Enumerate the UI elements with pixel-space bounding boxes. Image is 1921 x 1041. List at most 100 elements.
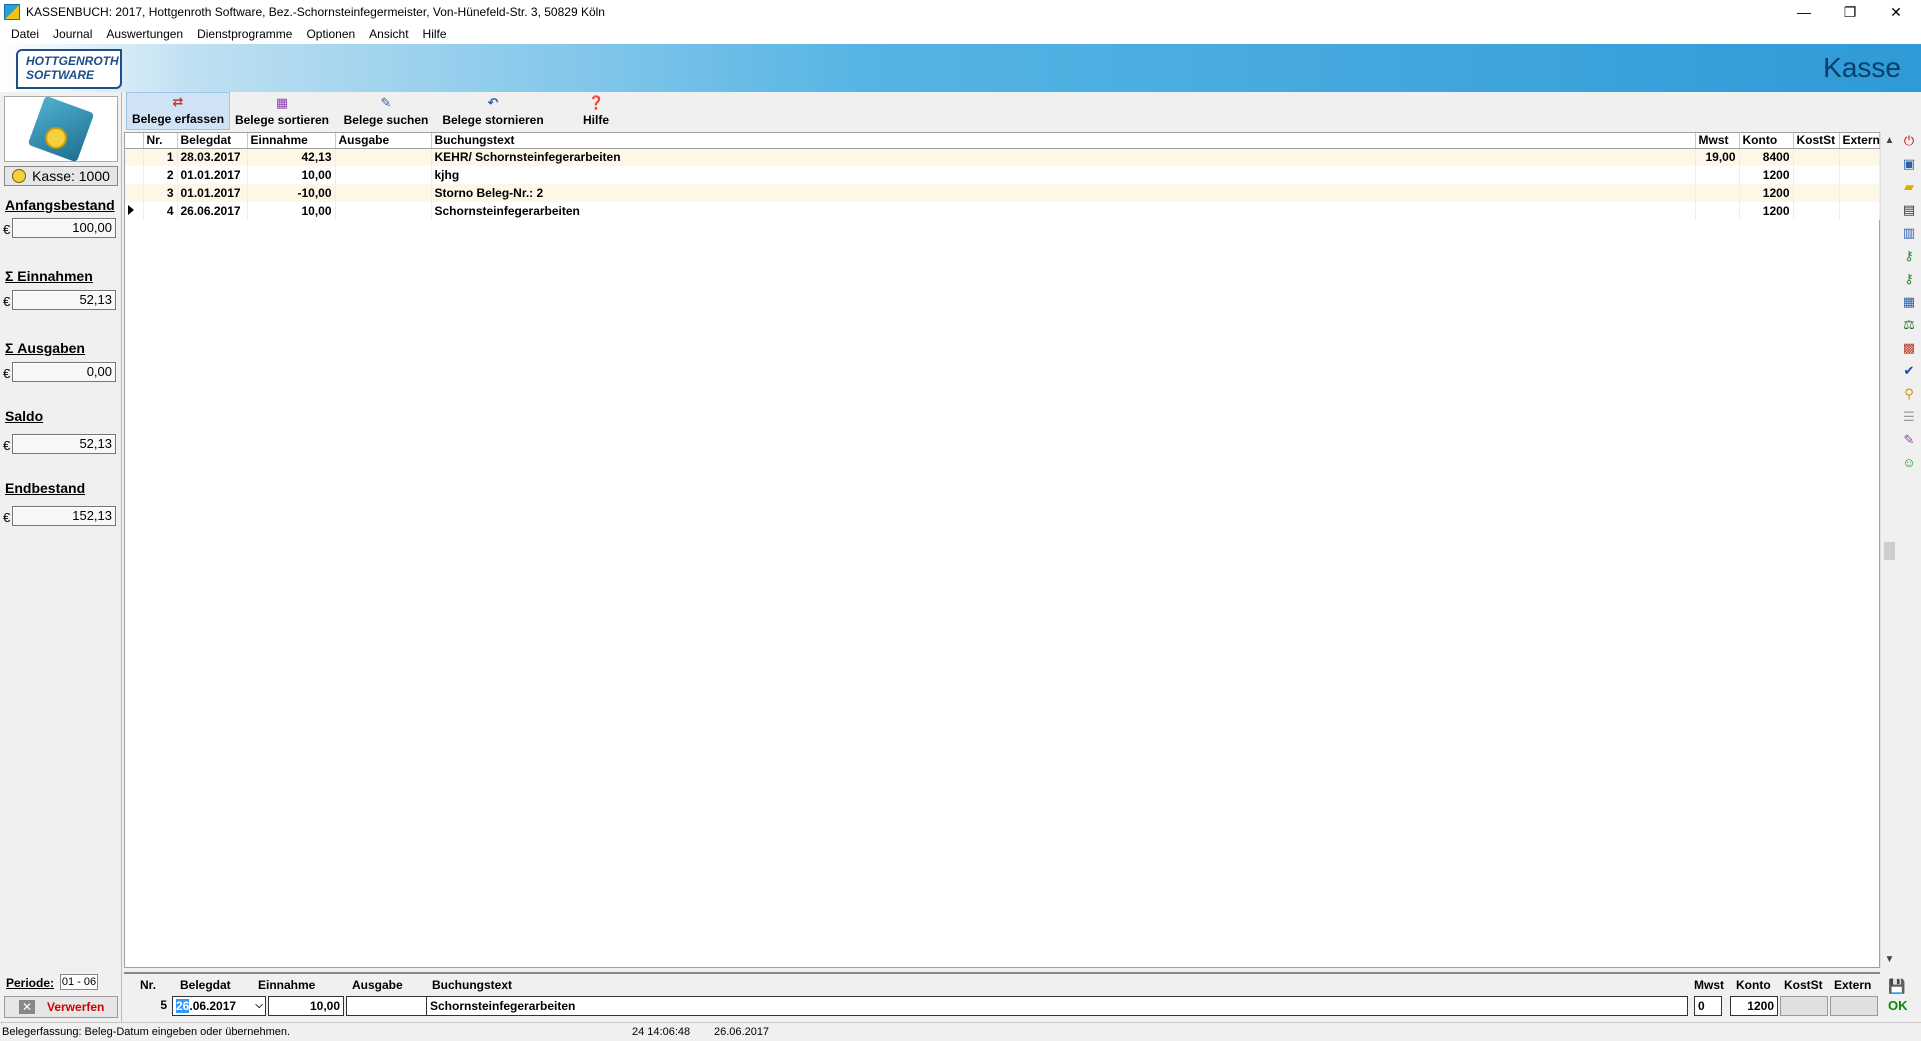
periode-field[interactable]: 01 - 06 <box>60 974 98 990</box>
einnahmen-label[interactable]: Σ Einnahmen <box>5 268 93 284</box>
cell-mwst <box>1695 184 1740 202</box>
column-header-mwst[interactable]: Mwst <box>1695 133 1740 149</box>
cell-belegdat: 28.03.2017 <box>177 148 248 166</box>
row-indicator-header <box>125 133 144 149</box>
save-entry-icon[interactable]: 💾 <box>1888 978 1910 994</box>
column-header-ausgabe[interactable]: Ausgabe <box>335 133 432 149</box>
bookings-grid[interactable]: Nr. Belegdat Einnahme Ausgabe Buchungste… <box>124 132 1880 968</box>
verwerfen-button[interactable]: ✕ Verwerfen <box>4 996 118 1018</box>
key-alt-icon[interactable]: ⚷ <box>1900 270 1918 288</box>
belege-suchen-button[interactable]: ✎ Belege suchen <box>334 92 438 130</box>
entry-einnahme-input[interactable]: 10,00 <box>268 996 344 1016</box>
calculator-icon[interactable]: ▥ <box>1900 224 1918 242</box>
column-header-konto[interactable]: Konto <box>1739 133 1794 149</box>
menu-ansicht[interactable]: Ansicht <box>362 27 415 41</box>
column-header-einnahme[interactable]: Einnahme <box>247 133 336 149</box>
menu-dienstprogramme[interactable]: Dienstprogramme <box>190 27 299 41</box>
belege-stornieren-button[interactable]: ↶ Belege stornieren <box>438 92 548 130</box>
title-bar: KASSENBUCH: 2017, Hottgenroth Software, … <box>0 0 1921 24</box>
anfangsbestand-label[interactable]: Anfangsbestand <box>5 197 115 213</box>
check-mark-icon[interactable]: ✔ <box>1900 362 1918 380</box>
menu-hilfe[interactable]: Hilfe <box>416 27 454 41</box>
ausgaben-value: 0,00 <box>12 362 116 382</box>
close-icon: ✕ <box>19 1000 35 1014</box>
cell-kostst <box>1793 166 1840 184</box>
chart-icon[interactable]: ▩ <box>1900 339 1918 357</box>
grid-scrollbar[interactable]: ▲ ▼ <box>1880 132 1897 968</box>
stop-icon[interactable]: ⏻ <box>1900 132 1918 150</box>
table-row[interactable]: 1 28.03.2017 42,13 KEHR/ Schornsteinfege… <box>125 148 1880 166</box>
entry-mwst-input[interactable]: 0 <box>1694 996 1722 1016</box>
user-icon[interactable]: ☺ <box>1900 454 1918 472</box>
entry-belegdat-input[interactable]: 26.06.2017 ⌵ <box>172 996 266 1016</box>
save-icon[interactable]: ▣ <box>1900 155 1918 173</box>
cell-konto: 8400 <box>1739 148 1794 166</box>
scale-icon[interactable]: ⚖ <box>1900 316 1918 334</box>
menu-auswertungen[interactable]: Auswertungen <box>99 27 190 41</box>
entry-buchungstext-input[interactable]: Schornsteinfegerarbeiten <box>426 996 1688 1016</box>
restore-button[interactable]: ❐ <box>1827 0 1873 24</box>
cell-einnahme: -10,00 <box>247 184 336 202</box>
cell-extern <box>1839 166 1880 184</box>
search-icon: ✎ <box>380 95 392 110</box>
toolbar-label: Hilfe <box>582 113 609 127</box>
column-header-kostst[interactable]: KostSt <box>1793 133 1840 149</box>
entry-form: Nr. Belegdat Einnahme Ausgabe Buchungste… <box>124 972 1880 1016</box>
menu-optionen[interactable]: Optionen <box>299 27 362 41</box>
ausgaben-label[interactable]: Σ Ausgaben <box>5 340 85 356</box>
monitor-icon[interactable]: ▦ <box>1900 293 1918 311</box>
menu-datei[interactable]: Datei <box>4 27 46 41</box>
entry-kostst-input[interactable] <box>1780 996 1828 1016</box>
status-message: Belegerfassung: Beleg-Datum eingeben ode… <box>2 1026 291 1038</box>
belege-sortieren-button[interactable]: ▦ Belege sortieren <box>230 92 334 130</box>
column-header-extern[interactable]: Extern <box>1839 133 1880 149</box>
document-icon[interactable]: ▤ <box>1900 201 1918 219</box>
entry-nr: 5 <box>160 998 167 1012</box>
status-bar: Belegerfassung: Beleg-Datum eingeben ode… <box>0 1022 1921 1041</box>
scroll-thumb[interactable] <box>1884 542 1895 560</box>
entry-konto-input[interactable]: 1200 <box>1730 996 1778 1016</box>
minimize-button[interactable]: — <box>1781 0 1827 24</box>
ok-button[interactable]: OK <box>1888 998 1908 1013</box>
entry-header-extern: Extern <box>1834 978 1872 992</box>
table-row-selected[interactable]: 4 26.06.2017 10,00 Schornsteinfegerarbei… <box>125 202 1880 220</box>
side-toolbar: ⏻ ▣ ▰ ▤ ▥ ⚷ ⚷ ▦ ⚖ ▩ ✔ ⚲ ☰ ✎ ☺ <box>1897 132 1921 472</box>
menu-journal[interactable]: Journal <box>46 27 99 41</box>
endbestand-value: 152,13 <box>12 506 116 526</box>
currency-symbol: € <box>3 366 11 381</box>
scroll-up-icon[interactable]: ▲ <box>1881 132 1898 149</box>
row-indicator <box>125 184 144 202</box>
cell-belegdat: 01.01.2017 <box>177 166 248 184</box>
kasse-selector[interactable]: Kasse: 1000 <box>4 166 118 186</box>
currency-symbol: € <box>3 438 11 453</box>
column-header-nr[interactable]: Nr. <box>143 133 178 149</box>
belege-erfassen-button[interactable]: ⇄ Belege erfassen <box>126 92 230 130</box>
search-key-icon[interactable]: ⚲ <box>1900 385 1918 403</box>
list-icon[interactable]: ☰ <box>1900 408 1918 426</box>
saldo-label[interactable]: Saldo <box>5 408 43 424</box>
cell-nr: 1 <box>143 148 178 166</box>
pen-icon[interactable]: ✎ <box>1900 431 1918 449</box>
menu-bar: Datei Journal Auswertungen Dienstprogram… <box>0 24 1921 44</box>
cash-box-image <box>4 95 118 163</box>
endbestand-label[interactable]: Endbestand <box>5 480 85 496</box>
column-header-belegdat[interactable]: Belegdat <box>177 133 248 149</box>
entry-belegdat-day: 26 <box>176 999 190 1013</box>
scroll-down-icon[interactable]: ▼ <box>1881 951 1898 968</box>
toolbar-label: Belege erfassen <box>131 112 225 126</box>
key-icon[interactable]: ⚷ <box>1900 247 1918 265</box>
table-row[interactable]: 2 01.01.2017 10,00 kjhg 1200 <box>125 166 1880 184</box>
table-row[interactable]: 3 01.01.2017 -10,00 Storno Beleg-Nr.: 2 … <box>125 184 1880 202</box>
hilfe-button[interactable]: ❓ Hilfe <box>548 92 644 130</box>
entry-header-belegdat: Belegdat <box>180 978 231 992</box>
close-button[interactable]: ✕ <box>1873 0 1919 24</box>
chevron-down-icon[interactable]: ⌵ <box>255 997 263 1015</box>
cell-ausgabe <box>335 148 432 166</box>
cell-extern <box>1839 148 1880 166</box>
edit-list-icon: ⇄ <box>172 94 184 109</box>
entry-ausgabe-input[interactable] <box>346 996 434 1016</box>
open-folder-icon[interactable]: ▰ <box>1900 178 1918 196</box>
window-title: KASSENBUCH: 2017, Hottgenroth Software, … <box>26 5 605 19</box>
entry-extern-input[interactable] <box>1830 996 1878 1016</box>
column-header-buchungstext[interactable]: Buchungstext <box>431 133 1696 149</box>
